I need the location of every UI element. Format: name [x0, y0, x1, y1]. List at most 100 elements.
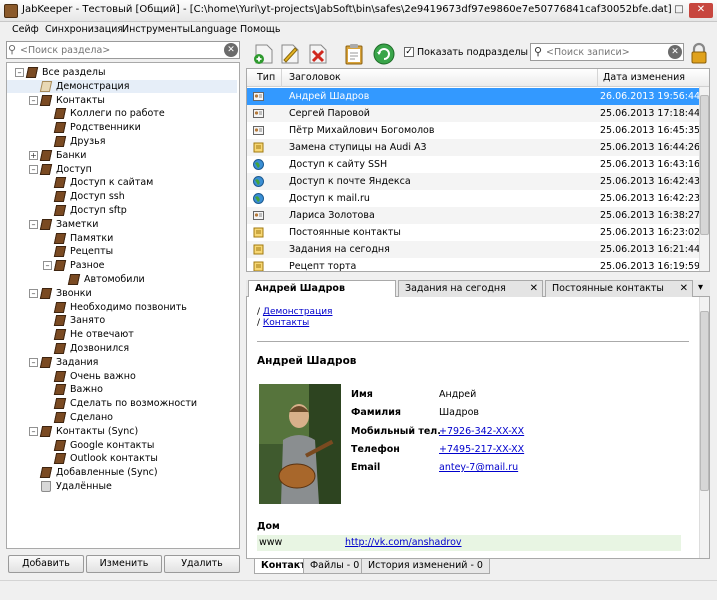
tab-files[interactable]: Файлы - 0 — [303, 559, 367, 574]
tree-item[interactable]: – Заметки — [7, 218, 237, 231]
tree-item[interactable]: – Все разделы — [7, 66, 237, 79]
close-tab-icon[interactable]: ✕ — [680, 281, 688, 296]
minimize-button[interactable]: – — [650, 3, 668, 18]
detail-scroll-thumb[interactable] — [700, 311, 709, 491]
field-value[interactable]: +7495-217-XX-XX — [439, 444, 524, 455]
tree-expander[interactable]: – — [29, 164, 38, 174]
add-record-icon[interactable] — [252, 42, 276, 66]
tabs-menu-icon[interactable]: ▾ — [698, 282, 703, 293]
table-row[interactable]: Сергей Паровой 25.06.2013 17:18:44 — [247, 105, 700, 122]
tree-item-label: Необходимо позвонить — [70, 301, 187, 313]
breadcrumb-contacts-link[interactable]: Контакты — [263, 318, 309, 328]
table-row[interactable]: Замена ступицы на Audi A3 25.06.2013 16:4… — [247, 139, 700, 156]
close-tab-icon[interactable]: ✕ — [530, 281, 538, 296]
column-type[interactable]: Тип — [257, 72, 275, 83]
menu-help[interactable]: Помощь — [240, 24, 280, 35]
tree-expander[interactable]: – — [43, 261, 52, 271]
tree-item[interactable]: Автомобили — [7, 273, 237, 286]
tree-item[interactable]: + Банки — [7, 149, 237, 162]
tree-item[interactable]: Важно — [7, 383, 237, 396]
table-row[interactable]: Андрей Шадров 26.06.2013 19:56:44 — [247, 88, 700, 105]
detail-tabs: Андрей Шадров Задания на сегодня ✕ Постоя… — [246, 280, 710, 298]
tree-item[interactable]: – Разное — [7, 259, 237, 272]
clear-record-search-icon[interactable]: ✕ — [668, 45, 682, 59]
tree-item[interactable]: Доступ sftp — [7, 204, 237, 217]
maximize-button[interactable]: □ — [670, 3, 688, 18]
tab-tasks-today[interactable]: Задания на сегодня ✕ — [398, 280, 543, 297]
tree-item[interactable]: Рецепты — [7, 245, 237, 258]
tree-expander[interactable]: – — [29, 357, 38, 367]
tree-item[interactable]: Добавленные (Sync) — [7, 466, 237, 479]
column-date[interactable]: Дата изменения — [603, 72, 685, 83]
record-search-input[interactable] — [546, 46, 664, 58]
tree-expander[interactable]: – — [29, 426, 38, 436]
close-button[interactable]: ✕ — [689, 3, 713, 18]
tree-expander[interactable]: + — [29, 150, 38, 160]
tree-item-label: Родственники — [70, 122, 141, 134]
section-search-input[interactable] — [20, 44, 220, 56]
edit-section-button[interactable]: Изменить — [86, 555, 162, 573]
lock-icon[interactable] — [690, 42, 708, 64]
tree-item[interactable]: Занято — [7, 314, 237, 327]
tree-item[interactable]: – Задания — [7, 356, 237, 369]
tab-andrey-shadrov[interactable]: Андрей Шадров — [248, 280, 396, 298]
tree-expander[interactable]: – — [29, 219, 38, 229]
table-row[interactable]: Лариса Золотова 25.06.2013 16:38:27 — [247, 207, 700, 224]
tree-item[interactable]: Коллеги по работе — [7, 107, 237, 120]
show-subsections-checkbox[interactable]: ✓ — [404, 47, 414, 57]
tree-item[interactable]: Родственники — [7, 121, 237, 134]
tree-item[interactable]: Необходимо позвонить — [7, 301, 237, 314]
table-row[interactable]: Пётр Михайлович Богомолов 25.06.2013 16:4… — [247, 122, 700, 139]
records-scroll-thumb[interactable] — [700, 95, 709, 235]
tree-item[interactable]: Не отвечают — [7, 328, 237, 341]
tree-item[interactable]: Демонстрация — [7, 79, 237, 93]
menu-sync[interactable]: Синхронизация — [45, 24, 123, 35]
tree-item-label: Дозвонился — [70, 343, 130, 354]
record-name: Андрей Шадров — [257, 355, 357, 367]
clear-section-search-icon[interactable]: ✕ — [224, 43, 238, 57]
menu-language[interactable]: Language — [190, 24, 237, 35]
add-section-button[interactable]: Добавить — [8, 555, 84, 573]
tree-expander[interactable]: – — [29, 95, 38, 105]
tree-item[interactable]: – Доступ — [7, 163, 237, 176]
tab-history[interactable]: История изменений - 0 — [361, 559, 490, 574]
table-row[interactable]: Доступ к сайту SSH 25.06.2013 16:43:16 — [247, 156, 700, 173]
tree-item[interactable]: Друзья — [7, 135, 237, 148]
tree-item[interactable]: – Контакты (Sync) — [7, 425, 237, 438]
table-row[interactable]: Доступ к почте Яндекса 25.06.2013 16:42:4… — [247, 173, 700, 190]
table-row[interactable]: Задания на сегодня 25.06.2013 16:21:44 — [247, 241, 700, 258]
edit-record-icon[interactable] — [278, 42, 302, 66]
tree-item[interactable]: Доступ к сайтам — [7, 176, 237, 189]
table-row[interactable]: Доступ к mail.ru 25.06.2013 16:42:23 — [247, 190, 700, 207]
breadcrumb-demo-link[interactable]: Демонстрация — [263, 307, 333, 317]
delete-record-icon[interactable] — [306, 42, 330, 66]
tree-item[interactable]: – Контакты — [7, 94, 237, 107]
field-value[interactable]: antey-7@mail.ru — [439, 462, 518, 473]
clipboard-icon[interactable] — [342, 42, 366, 66]
tree-item[interactable]: Очень важно — [7, 370, 237, 383]
delete-section-button[interactable]: Удалить — [164, 555, 240, 573]
tree-item[interactable]: Удалённые — [7, 480, 237, 493]
tab-permanent-contacts[interactable]: Постоянные контакты ✕ — [545, 280, 693, 297]
folder-icon — [53, 343, 67, 354]
refresh-icon[interactable] — [372, 42, 396, 66]
tree-expander[interactable]: – — [29, 288, 38, 298]
tree-item[interactable]: Google контакты — [7, 439, 237, 452]
table-row[interactable]: Постоянные контакты 25.06.2013 16:23:02 — [247, 224, 700, 241]
tree-item[interactable]: Сделано — [7, 411, 237, 424]
tree-item[interactable]: Сделать по возможности — [7, 397, 237, 410]
menu-tools[interactable]: Инструменты — [122, 24, 190, 35]
table-row[interactable]: Рецепт торта 25.06.2013 16:19:59 — [247, 258, 700, 271]
tree-item[interactable]: Outlook контакты — [7, 452, 237, 465]
column-title[interactable]: Заголовок — [289, 72, 341, 83]
tree-item[interactable]: Доступ ssh — [7, 190, 237, 203]
section-tree[interactable]: – Все разделы Демонстрация – Контакты Коллеги… — [6, 62, 240, 549]
tree-item[interactable]: Дозвонился — [7, 342, 237, 355]
field-value[interactable]: +7926-342-XX-XX — [439, 426, 524, 437]
menu-safe[interactable]: Сейф — [12, 24, 39, 35]
record-title: Постоянные контакты — [289, 227, 401, 238]
tree-item[interactable]: – Звонки — [7, 287, 237, 300]
home-row-link[interactable]: http://vk.com/anshadrov — [345, 537, 462, 548]
tree-expander[interactable]: – — [15, 68, 24, 77]
tree-item[interactable]: Памятки — [7, 232, 237, 245]
